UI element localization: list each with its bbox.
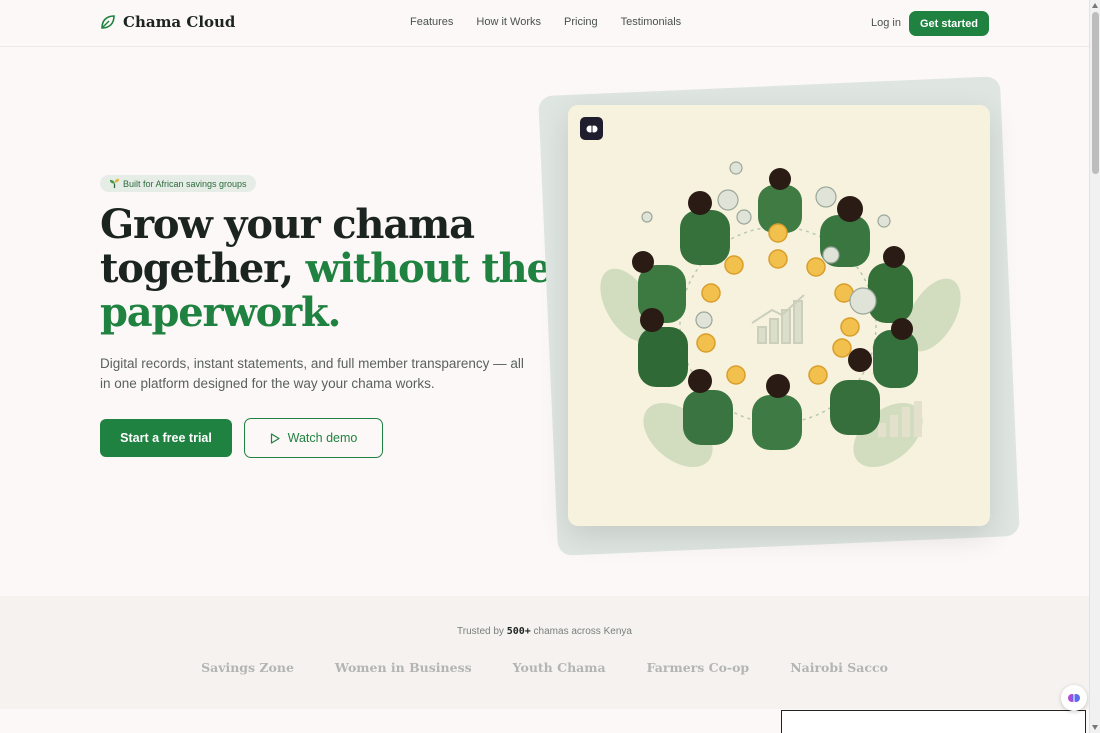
- scroll-up-arrow-icon[interactable]: [1092, 3, 1098, 8]
- hero-illustration: [568, 105, 990, 526]
- brand-logo[interactable]: Chama Cloud: [100, 13, 235, 31]
- card-brain-badge[interactable]: [580, 117, 603, 140]
- trusted-suffix: chamas across Kenya: [530, 626, 632, 637]
- headline-line-2-green: without the: [305, 245, 552, 292]
- start-free-trial-button[interactable]: Start a free trial: [100, 419, 232, 457]
- hero-badge-label: Built for African savings groups: [123, 178, 247, 189]
- scroll-down-arrow-icon[interactable]: [1092, 725, 1098, 730]
- headline-line-1: Grow your chama: [100, 201, 475, 248]
- trusted-count: 500+: [506, 626, 531, 637]
- watch-demo-button[interactable]: Watch demo: [244, 418, 383, 458]
- hero-subtext: Digital records, instant statements, and…: [100, 356, 524, 391]
- nav-links: Features How it Works Pricing Testimonia…: [410, 16, 681, 28]
- partner-nairobi-sacco: Nairobi Sacco: [790, 660, 888, 675]
- partner-women-in-business: Women in Business: [334, 660, 472, 675]
- sprout-icon: [109, 178, 120, 189]
- trusted-prefix: Trusted by: [457, 626, 507, 637]
- partner-farmers-coop: Farmers Co-op: [646, 660, 750, 675]
- partner-logos: Savings Zone Women in Business Youth Cha…: [0, 660, 1089, 675]
- watch-demo-label: Watch demo: [287, 431, 358, 445]
- page-scrollbar[interactable]: [1089, 0, 1100, 733]
- headline-line-3-green: paperwork.: [100, 289, 341, 336]
- nav-link-features[interactable]: Features: [410, 16, 453, 28]
- partner-savings-zone: Savings Zone: [201, 660, 294, 675]
- play-icon: [270, 432, 280, 444]
- top-navigation: Chama Cloud Features How it Works Pricin…: [0, 0, 1089, 47]
- get-started-button[interactable]: Get started: [909, 11, 989, 36]
- trusted-by-section: Trusted by 500+ chamas across Kenya Savi…: [0, 596, 1089, 709]
- brain-icon: [586, 125, 597, 132]
- nav-link-how-it-works[interactable]: How it Works: [476, 16, 541, 28]
- trusted-by-text: Trusted by 500+ chamas across Kenya: [0, 626, 1089, 637]
- login-link[interactable]: Log in: [871, 17, 901, 29]
- scrollbar-thumb[interactable]: [1092, 12, 1099, 174]
- leaf-icon: [101, 15, 115, 29]
- headline-line-2-dark: together,: [100, 245, 306, 292]
- partner-youth-chama: Youth Chama: [512, 660, 606, 675]
- brand-name: Chama Cloud: [123, 13, 236, 31]
- nav-link-testimonials[interactable]: Testimonials: [621, 16, 682, 28]
- bottom-panel[interactable]: [781, 710, 1086, 733]
- savings-circle-illustration: [600, 161, 961, 468]
- nav-link-pricing[interactable]: Pricing: [564, 16, 598, 28]
- floating-assistant-button[interactable]: [1061, 685, 1087, 711]
- brain-icon: [1068, 694, 1080, 702]
- hero-badge: Built for African savings groups: [100, 175, 256, 192]
- hero-headline: Grow your chama together, without the pa…: [100, 203, 560, 335]
